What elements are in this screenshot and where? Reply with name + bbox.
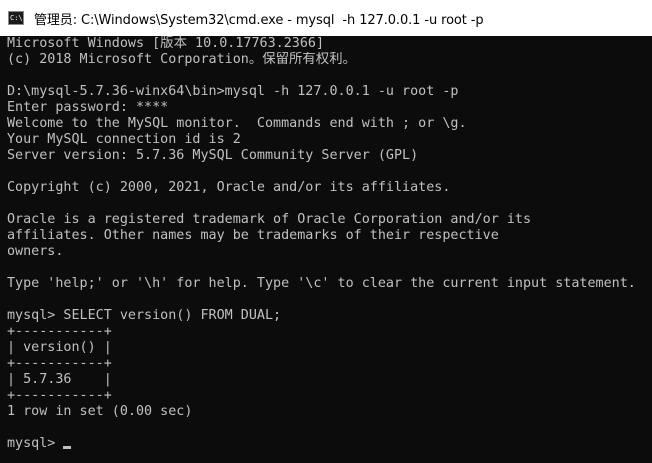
prompt-line[interactable]: mysql> [7, 436, 647, 452]
console-line: D:\mysql-5.7.36-winx64\bin>mysql -h 127.… [7, 84, 459, 99]
console-line: mysql> SELECT version() FROM DUAL; [7, 308, 282, 323]
text-cursor [63, 446, 72, 449]
console-line: Type 'help;' or '\h' for help. Type '\c'… [7, 276, 636, 291]
console-line: | 5.7.36 | [7, 372, 112, 387]
console-output[interactable]: Microsoft Windows [版本 10.0.17763.2366] (… [7, 36, 647, 460]
console-line: Your MySQL connection id is 2 [7, 132, 241, 147]
console-line: Copyright (c) 2000, 2021, Oracle and/or … [7, 180, 451, 195]
cmd-window: 管理员: C:\Windows\System32\cmd.exe - mysql… [0, 0, 652, 463]
cmd-app-icon[interactable] [8, 11, 24, 25]
window-title: 管理员: C:\Windows\System32\cmd.exe - mysql… [34, 12, 484, 28]
console-line: +-----------+ [7, 356, 112, 371]
mysql-prompt: mysql> [7, 436, 64, 451]
console-line: Server version: 5.7.36 MySQL Community S… [7, 148, 419, 163]
console-line: +-----------+ [7, 324, 112, 339]
console-line: affiliates. Other names may be trademark… [7, 228, 499, 243]
console-line: owners. [7, 244, 64, 259]
title-bar[interactable]: 管理员: C:\Windows\System32\cmd.exe - mysql… [0, 0, 652, 36]
console-line: (c) 2018 Microsoft Corporation。保留所有权利。 [7, 52, 356, 67]
console-line: 1 row in set (0.00 sec) [7, 404, 193, 419]
console-line: +-----------+ [7, 388, 112, 403]
console-line: Microsoft Windows [版本 10.0.17763.2366] [7, 36, 325, 51]
console-line: Oracle is a registered trademark of Orac… [7, 212, 532, 227]
console-line: Enter password: **** [7, 100, 169, 115]
console-line: Welcome to the MySQL monitor. Commands e… [7, 116, 467, 131]
console-line: | version() | [7, 340, 112, 355]
